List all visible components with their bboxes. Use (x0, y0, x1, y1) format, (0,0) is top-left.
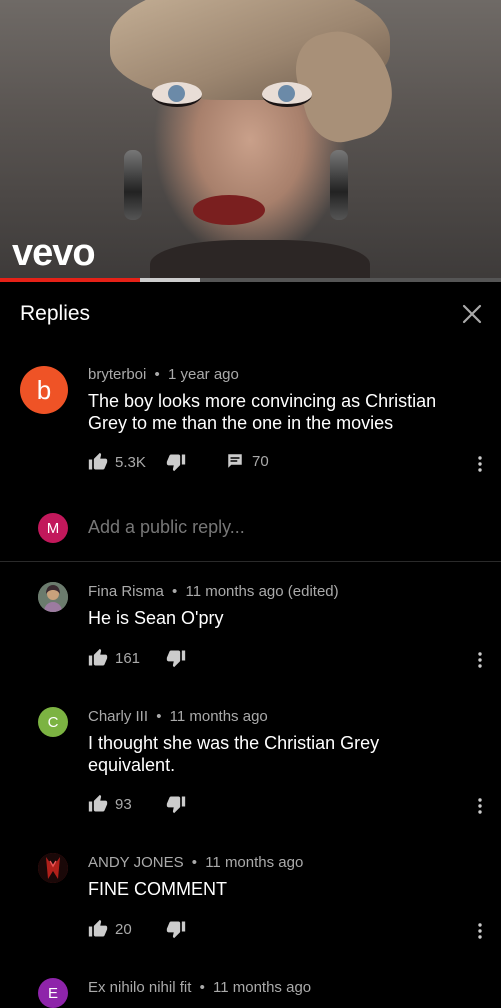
avatar[interactable]: C (38, 707, 68, 737)
video-frame-eye-right (262, 82, 312, 107)
more-vertical-icon (478, 456, 482, 472)
more-options-button[interactable] (472, 796, 488, 816)
like-count: 5.3K (115, 453, 146, 471)
avatar[interactable]: b (20, 366, 68, 414)
reply-count: 70 (252, 452, 269, 470)
more-vertical-icon (478, 652, 482, 668)
comment-time: 11 months ago (205, 854, 304, 871)
vevo-logo: vevo (12, 232, 96, 274)
profile-photo-icon (38, 853, 68, 883)
comment-time: 11 months ago (edited) (185, 583, 339, 600)
avatar-letter: b (36, 374, 52, 405)
dislike-button[interactable] (166, 794, 186, 814)
like-button[interactable]: 161 (88, 648, 140, 668)
meta-separator: • (154, 366, 160, 383)
like-count: 93 (115, 795, 132, 813)
comment-text: He is Sean O'pry (88, 608, 224, 628)
avatar[interactable] (38, 853, 68, 883)
like-button[interactable]: 20 (88, 919, 132, 939)
more-options-button[interactable] (472, 454, 488, 474)
comment-text: FINE COMMENT (88, 879, 227, 899)
thumbs-down-icon (166, 921, 186, 939)
close-icon (462, 304, 482, 324)
profile-photo-icon (38, 582, 68, 612)
thumbs-up-icon (88, 648, 108, 666)
divider (0, 561, 501, 562)
more-vertical-icon (478, 798, 482, 814)
video-frame-shoulders (150, 240, 370, 282)
like-button[interactable]: 5.3K (88, 452, 146, 472)
reply-item: C Charly III • 11 months ago I thought s… (0, 695, 501, 845)
like-count: 161 (115, 649, 141, 667)
avatar-letter: C (47, 713, 59, 731)
comment-text: I thought she was the Christian Grey equ… (88, 733, 380, 775)
reply-item: Fina Risma • 11 months ago (edited) He i… (0, 570, 501, 700)
parent-comment: b bryterboi • 1 year ago The boy looks m… (0, 344, 501, 494)
comment-time: 1 year ago (167, 366, 239, 383)
reply-item: ANDY JONES • 11 months ago FINE COMMENT … (0, 841, 501, 971)
comment-icon (228, 454, 242, 468)
comment-author[interactable]: Fina Risma (88, 583, 164, 600)
comment-text: The boy looks more convincing as Christi… (88, 391, 437, 433)
meta-separator: • (156, 708, 162, 725)
video-frame-lips (193, 195, 265, 225)
like-count: 20 (115, 920, 132, 938)
comment-meta: Charly III • 11 months ago (88, 708, 268, 725)
replies-title: Replies (20, 302, 91, 325)
thumbs-down-icon (166, 454, 186, 472)
thumbs-up-icon (88, 452, 108, 470)
video-player[interactable]: vevo (0, 0, 501, 282)
thumbs-down-icon (166, 650, 186, 668)
comment-author[interactable]: Charly III (88, 708, 148, 725)
more-options-button[interactable] (472, 650, 488, 670)
add-reply-input[interactable]: Add a public reply... (88, 517, 245, 538)
avatar-letter: M (46, 519, 60, 537)
reply-item: E Ex nihilo nihil fit • 11 months ago (0, 966, 501, 1008)
meta-separator: • (191, 854, 198, 871)
avatar-letter: E (47, 984, 58, 1002)
comment-meta: Ex nihilo nihil fit • 11 months ago (88, 979, 311, 996)
video-frame-eye-left (152, 82, 202, 107)
meta-separator: • (172, 583, 178, 600)
thumbs-up-icon (88, 919, 108, 937)
comment-meta: ANDY JONES • 11 months ago (88, 854, 303, 871)
comment-meta: bryterboi • 1 year ago (88, 366, 239, 383)
reply-count-button[interactable]: 70 (226, 452, 269, 470)
comment-time: 11 months ago (169, 708, 268, 725)
comment-author[interactable]: Ex nihilo nihil fit (88, 979, 191, 996)
dislike-button[interactable] (166, 452, 186, 472)
comment-author[interactable]: ANDY JONES (88, 854, 184, 871)
dislike-button[interactable] (166, 648, 186, 668)
replies-header: Replies (0, 282, 501, 344)
more-options-button[interactable] (472, 921, 488, 941)
avatar[interactable]: E (38, 978, 68, 1008)
close-button[interactable] (460, 302, 484, 326)
video-frame-earring-right (330, 150, 348, 220)
more-vertical-icon (478, 923, 482, 939)
avatar[interactable] (38, 582, 68, 612)
thumbs-down-icon (166, 796, 186, 814)
dislike-button[interactable] (166, 919, 186, 939)
comment-time: 11 months ago (213, 979, 312, 996)
video-frame-earring-left (124, 150, 142, 220)
thumbs-up-icon (88, 794, 108, 812)
meta-separator: • (199, 979, 205, 996)
comment-meta: Fina Risma • 11 months ago (edited) (88, 583, 339, 600)
comment-author[interactable]: bryterboi (88, 366, 146, 383)
like-button[interactable]: 93 (88, 794, 132, 814)
user-avatar: M (38, 513, 68, 543)
